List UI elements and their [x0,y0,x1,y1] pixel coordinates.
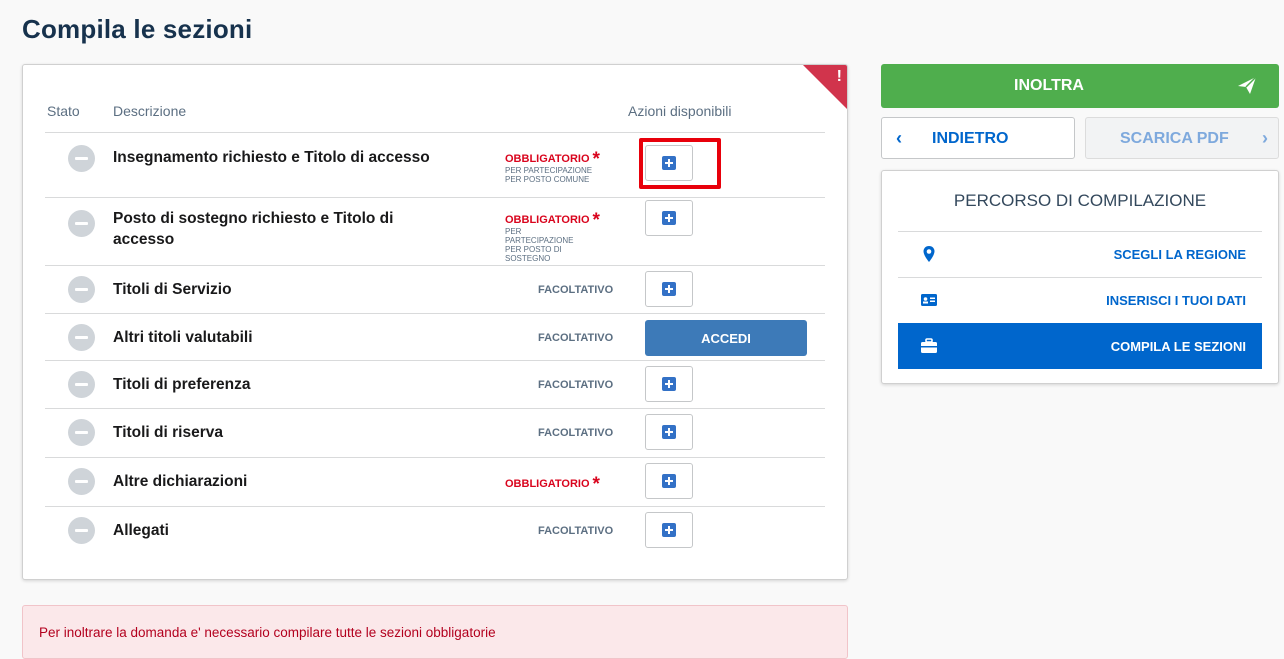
required-sections-alert: Per inoltrare la domanda e' necessario c… [22,605,848,659]
highlight-box [639,138,721,189]
table-row: Titoli di preferenza FACOLTATIVO [45,361,825,409]
plus-icon [662,282,676,296]
chevron-right-icon: › [1262,128,1268,148]
add-button[interactable] [645,271,693,307]
header-stato: Stato [47,103,80,119]
table-row: Titoli di riserva FACOLTATIVO [45,409,825,458]
optional-tag: FACOLTATIVO [538,332,614,344]
add-button[interactable] [645,366,693,402]
sections-card: ! Stato Descrizione Azioni disponibili I… [22,64,848,580]
step-label: COMPILA LE SEZIONI [1110,339,1246,354]
map-pin-icon [923,246,935,262]
table-row: Altre dichiarazioni OBBLIGATORIO * [45,458,825,507]
scarica-pdf-button[interactable]: SCARICA PDF › [1085,117,1279,159]
status-empty-icon [68,210,95,237]
path-title: PERCORSO DI COMPILAZIONE [953,191,1207,210]
status-empty-icon [68,419,95,446]
status-empty-icon [68,517,95,544]
table-header: Stato Descrizione Azioni disponibili [45,93,825,133]
indietro-button[interactable]: ‹ INDIETRO [881,117,1075,159]
compilation-path-card: PERCORSO DI COMPILAZIONE SCEGLI LA REGIO… [881,170,1279,384]
scarica-pdf-label: SCARICA PDF [1120,130,1229,147]
add-button[interactable] [645,414,693,450]
required-note: PER PARTECIPAZIONE PER POSTO DI SOSTEGNO [505,227,574,263]
row-label: Titoli di riserva [113,424,223,441]
status-empty-icon [68,145,95,172]
row-label: Titoli di Servizio [113,281,232,298]
header-descrizione: Descrizione [113,103,187,119]
exclamation-icon: ! [836,68,842,85]
plus-icon [662,377,676,391]
optional-tag: FACOLTATIVO [538,284,614,296]
row-label: Insegnamento richiesto e Titolo di acces… [113,149,430,166]
step-compila-sezioni[interactable]: COMPILA LE SEZIONI [898,323,1262,369]
inoltra-label: INOLTRA [1014,77,1084,94]
table-row: Titoli di Servizio FACOLTATIVO [45,266,825,314]
required-note: PER PARTECIPAZIONE PER POSTO COMUNE [505,166,593,184]
row-label: Allegati [113,522,169,539]
table-row: Allegati FACOLTATIVO [45,507,825,555]
plus-icon [662,425,676,439]
optional-tag: FACOLTATIVO [538,379,614,391]
table-row: Posto di sostegno richiesto e Titolo di … [45,198,825,266]
indietro-label: INDIETRO [932,130,1009,147]
optional-tag: FACOLTATIVO [538,427,614,439]
add-button[interactable] [645,512,693,548]
status-empty-icon [68,276,95,303]
table-row: Altri titoli valutabili FACOLTATIVO ACCE… [45,314,825,361]
step-scegli-regione[interactable]: SCEGLI LA REGIONE [898,231,1262,277]
inoltra-button[interactable]: INOLTRA [881,64,1279,108]
row-label: Altri titoli valutabili [113,329,253,346]
plus-icon [662,211,676,225]
optional-tag: FACOLTATIVO [538,525,614,537]
chevron-left-icon: ‹ [896,128,902,148]
briefcase-icon [921,338,937,353]
status-empty-icon [68,324,95,351]
id-card-icon [921,294,937,306]
row-label: Titoli di preferenza [113,376,251,393]
row-label: Posto di sostegno richiesto e Titolo di … [113,210,394,248]
required-tag: OBBLIGATORIO * [505,474,600,495]
plus-icon [662,474,676,488]
header-azioni: Azioni disponibili [628,103,732,119]
step-label: INSERISCI I TUOI DATI [1106,293,1246,308]
add-button[interactable] [645,463,693,499]
paper-plane-icon [1238,76,1257,94]
page-title: Compila le sezioni [22,14,253,44]
step-label: SCEGLI LA REGIONE [1113,247,1246,262]
step-inserisci-dati[interactable]: INSERISCI I TUOI DATI [898,277,1262,323]
add-button[interactable] [645,200,693,236]
plus-icon [662,523,676,537]
status-empty-icon [68,371,95,398]
status-empty-icon [68,468,95,495]
row-label: Altre dichiarazioni [113,473,248,490]
accedi-button[interactable]: ACCEDI [645,320,807,356]
